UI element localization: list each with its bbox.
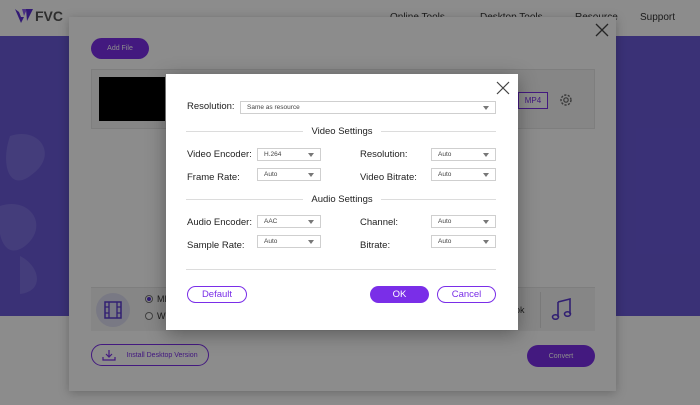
ok-button[interactable]: OK [370,286,429,303]
frame-rate-value: Auto [264,171,278,178]
divider [186,269,496,270]
profile-settings-dialog: Resolution: Same as resource Video Setti… [166,74,518,330]
audio-encoder-label: Audio Encoder: [187,217,252,228]
video-settings-title: Video Settings [166,126,518,137]
channel-label: Channel: [360,217,399,228]
channel-value: Auto [438,218,452,225]
chevron-down-icon [308,172,314,177]
video-resolution-label: Resolution: [360,149,408,160]
cancel-button[interactable]: Cancel [437,286,496,303]
video-resolution-select[interactable]: Auto [431,148,496,161]
resolution-select[interactable]: Same as resource [240,101,496,114]
video-bitrate-select[interactable]: Auto [431,168,496,181]
video-bitrate-label: Video Bitrate: [360,172,417,183]
close-icon[interactable] [496,81,510,95]
chevron-down-icon [483,239,489,244]
frame-rate-select[interactable]: Auto [257,168,321,181]
frame-rate-label: Frame Rate: [187,172,240,183]
chevron-down-icon [483,172,489,177]
sample-rate-label: Sample Rate: [187,240,245,251]
chevron-down-icon [483,152,489,157]
resolution-label: Resolution: [187,101,235,112]
sample-rate-select[interactable]: Auto [257,235,321,248]
audio-encoder-value: AAC [264,218,278,225]
resolution-value: Same as resource [247,104,300,111]
chevron-down-icon [308,239,314,244]
bitrate-select[interactable]: Auto [431,235,496,248]
bitrate-value: Auto [438,238,452,245]
chevron-down-icon [483,219,489,224]
video-encoder-label: Video Encoder: [187,149,252,160]
chevron-down-icon [308,152,314,157]
sample-rate-value: Auto [264,238,278,245]
chevron-down-icon [483,105,489,110]
bitrate-label: Bitrate: [360,240,391,251]
video-bitrate-value: Auto [438,171,452,178]
video-resolution-value: Auto [438,151,452,158]
audio-encoder-select[interactable]: AAC [257,215,321,228]
chevron-down-icon [308,219,314,224]
video-encoder-select[interactable]: H.264 [257,148,321,161]
video-encoder-value: H.264 [264,151,282,158]
default-button[interactable]: Default [187,286,247,303]
audio-settings-title: Audio Settings [166,194,518,205]
channel-select[interactable]: Auto [431,215,496,228]
